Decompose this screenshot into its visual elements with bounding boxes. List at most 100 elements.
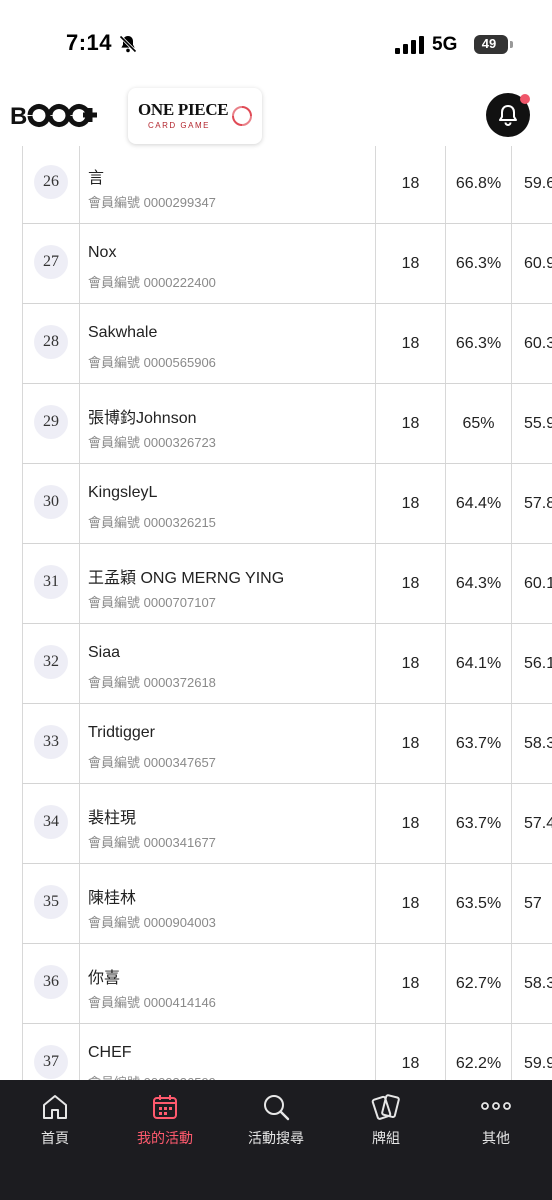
rank-cell: 34 <box>22 784 80 863</box>
ranking-table: 26 言會員編號 0000299347 18 66.8% 59.6 27 Nox 會員編號 0… <box>22 146 552 1080</box>
player-name: 你喜 <box>88 970 121 987</box>
player-cell[interactable]: CHEF 會員編號 0000336599 <box>80 1024 376 1080</box>
rank-cell: 35 <box>22 864 80 943</box>
table-row[interactable]: 26 言會員編號 0000299347 18 66.8% 59.6 <box>22 146 552 224</box>
member-id: 會員編號 0000299347 <box>88 195 216 210</box>
table-row[interactable]: 33 Tridtigger 會員編號 0000347657 18 63.7% 58.3 <box>22 704 552 784</box>
battery-level: 49 <box>481 36 497 51</box>
one-piece-logo-subtitle: CARD GAME <box>148 121 210 130</box>
played-cell: 18 <box>376 864 446 943</box>
search-icon <box>264 1095 290 1121</box>
player-name: KingsleyL <box>88 484 158 501</box>
win-rate: 65% <box>462 415 495 432</box>
nav-event-search[interactable]: 活動搜尋 <box>221 1092 331 1152</box>
battery-icon: 49 <box>474 35 508 54</box>
rank-badge: 36 <box>34 965 68 999</box>
member-id: 會員編號 0000222400 <box>88 275 216 290</box>
calendar-icon <box>153 1095 177 1119</box>
nav-decks-label: 牌組 <box>372 1130 400 1146</box>
matches-played: 18 <box>401 575 420 592</box>
player-name: Siaa <box>88 644 121 661</box>
player-cell[interactable]: 裴柱現 會員編號 0000341677 <box>80 784 376 863</box>
matches-played: 18 <box>401 975 420 992</box>
win-rate-cell: 63.7% <box>446 704 512 783</box>
win-rate-cell: 66.3% <box>446 224 512 303</box>
win-rate: 62.7% <box>455 975 502 992</box>
player-cell[interactable]: 張博鈞Johnson 會員編號 0000326723 <box>80 384 376 463</box>
matches-played: 18 <box>401 1055 420 1072</box>
win-rate: 66.3% <box>455 335 502 352</box>
win-rate: 64.3% <box>455 575 502 592</box>
table-row[interactable]: 37 CHEF 會員編號 0000336599 18 62.2% 59.9 <box>22 1024 552 1080</box>
nav-home[interactable]: 首頁 <box>0 1092 110 1152</box>
rank-badge: 34 <box>34 805 68 839</box>
omw-cell: 60.9 <box>512 224 552 303</box>
win-rate: 64.1% <box>455 655 502 672</box>
app-header: B ONE PIECE CARD GAME <box>0 80 552 146</box>
swirl-icon <box>232 106 252 126</box>
omw-cell: 57.8 <box>512 464 552 543</box>
omw-value: 57.4 <box>524 815 552 832</box>
bell-icon <box>499 105 517 126</box>
member-id: 會員編號 0000565906 <box>88 355 216 370</box>
win-rate: 63.7% <box>455 815 502 832</box>
omw-cell: 58.3 <box>512 944 552 1023</box>
rank-cell: 26 <box>22 146 80 223</box>
rank-cell: 32 <box>22 624 80 703</box>
omw-value: 58.3 <box>524 975 552 992</box>
player-cell[interactable]: 陳桂林 會員編號 0000904003 <box>80 864 376 943</box>
played-cell: 18 <box>376 384 446 463</box>
player-cell[interactable]: Siaa 會員編號 0000372618 <box>80 624 376 703</box>
table-row[interactable]: 31 王孟穎 ONG MERNG YING 會員編號 0000707107 18 64.… <box>22 544 552 624</box>
bcg-plus-logo[interactable]: B <box>8 100 108 130</box>
omw-value: 59.9 <box>524 1055 552 1072</box>
nav-my-events-label: 我的活動 <box>137 1130 193 1146</box>
played-cell: 18 <box>376 624 446 703</box>
member-id: 會員編號 0000326215 <box>88 515 216 530</box>
table-row[interactable]: 27 Nox 會員編號 0000222400 18 66.3% 60.9 <box>22 224 552 304</box>
player-cell[interactable]: 王孟穎 ONG MERNG YING 會員編號 0000707107 <box>80 544 376 623</box>
table-row[interactable]: 32 Siaa 會員編號 0000372618 18 64.1% 56.1 <box>22 624 552 704</box>
matches-played: 18 <box>401 335 420 352</box>
win-rate-cell: 64.1% <box>446 624 512 703</box>
player-cell[interactable]: 言會員編號 0000299347 <box>80 146 376 223</box>
more-dots-icon <box>481 1102 511 1110</box>
player-cell[interactable]: Nox 會員編號 0000222400 <box>80 224 376 303</box>
rank-badge: 28 <box>34 325 68 359</box>
player-cell[interactable]: 你喜 會員編號 0000414146 <box>80 944 376 1023</box>
win-rate: 66.8% <box>455 175 502 192</box>
notification-badge <box>520 94 530 104</box>
player-name: 言 <box>88 170 105 187</box>
table-row[interactable]: 35 陳桂林 會員編號 0000904003 18 63.5% 57 <box>22 864 552 944</box>
svg-text:B: B <box>10 103 27 130</box>
nav-my-events[interactable]: 我的活動 <box>110 1092 220 1152</box>
table-row[interactable]: 36 你喜 會員編號 0000414146 18 62.7% 58.3 <box>22 944 552 1024</box>
table-row[interactable]: 30 KingsleyL 會員編號 0000326215 18 64.4% 57.8 <box>22 464 552 544</box>
omw-value: 55.9 <box>524 415 552 432</box>
nav-decks[interactable]: 牌組 <box>331 1092 441 1152</box>
one-piece-logo[interactable]: ONE PIECE CARD GAME <box>128 88 262 144</box>
rank-badge: 32 <box>34 645 68 679</box>
table-row[interactable]: 34 裴柱現 會員編號 0000341677 18 63.7% 57.4 <box>22 784 552 864</box>
table-row[interactable]: 28 Sakwhale 會員編號 0000565906 18 66.3% 60.3 <box>22 304 552 384</box>
player-name: Nox <box>88 244 117 261</box>
cards-icon <box>371 1094 400 1120</box>
battery-nub <box>510 41 513 48</box>
rank-cell: 29 <box>22 384 80 463</box>
win-rate-cell: 64.4% <box>446 464 512 543</box>
player-cell[interactable]: Tridtigger 會員編號 0000347657 <box>80 704 376 783</box>
rank-badge: 26 <box>34 165 68 199</box>
rank-badge: 29 <box>34 405 68 439</box>
win-rate-cell: 63.7% <box>446 784 512 863</box>
omw-cell: 58.3 <box>512 704 552 783</box>
player-name: 裴柱現 <box>88 810 137 827</box>
nav-more[interactable]: 其他 <box>441 1092 551 1152</box>
player-cell[interactable]: KingsleyL 會員編號 0000326215 <box>80 464 376 543</box>
member-id: 會員編號 0000347657 <box>88 755 216 770</box>
played-cell: 18 <box>376 464 446 543</box>
rank-badge: 35 <box>34 885 68 919</box>
played-cell: 18 <box>376 784 446 863</box>
omw-cell: 60.3 <box>512 304 552 383</box>
player-cell[interactable]: Sakwhale 會員編號 0000565906 <box>80 304 376 383</box>
table-row[interactable]: 29 張博鈞Johnson 會員編號 0000326723 18 65% 55.9 <box>22 384 552 464</box>
